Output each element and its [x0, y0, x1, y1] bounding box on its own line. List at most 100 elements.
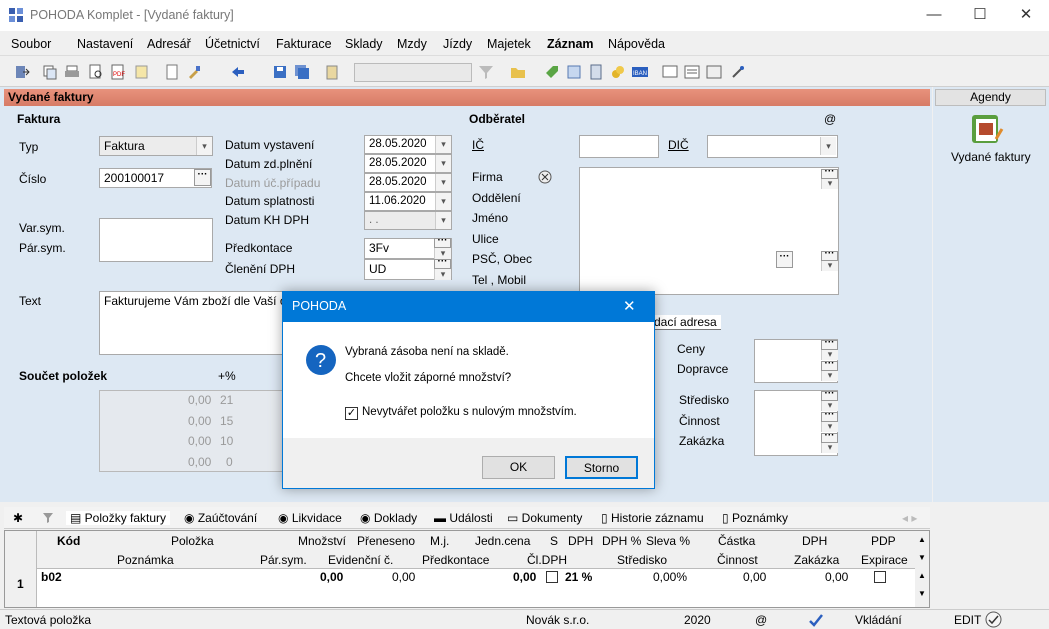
zakazka-dropdown-icon[interactable]: ▾ [821, 443, 838, 453]
cell-s-checkbox[interactable] [546, 571, 558, 583]
col-evidencni[interactable]: Evidenční č. [328, 553, 393, 567]
minimize-button[interactable]: — [911, 0, 957, 31]
col-pdp[interactable]: PDP [871, 534, 896, 548]
firma-dropdown-icon[interactable]: ▾ [821, 179, 838, 189]
menu-zaznam[interactable]: Záznam [547, 37, 594, 51]
psc-dropdown-icon[interactable]: ▾ [821, 261, 838, 271]
col-expirace[interactable]: Expirace [861, 553, 908, 567]
col-cl-dph[interactable]: Čl.DPH [527, 553, 567, 567]
menu-fakturace[interactable]: Fakturace [276, 37, 332, 51]
invoice-agenda-icon[interactable] [970, 113, 1004, 145]
clipboard-icon[interactable] [324, 64, 340, 80]
text-input[interactable]: Fakturujeme Vám zboží dle Vaší ob [99, 291, 299, 355]
typ-dropdown-icon[interactable]: ▾ [196, 137, 212, 155]
print-icon[interactable] [64, 64, 80, 80]
tab-zauctovani[interactable]: ◉ Zaúčtování [184, 511, 257, 525]
maximize-button[interactable]: ☐ [957, 0, 1003, 31]
dodaci-adresa-tab[interactable]: dací adresa [650, 315, 721, 330]
predkontace-ellipsis-button[interactable]: ··· [434, 236, 451, 248]
col-mj[interactable]: M.j. [430, 534, 449, 548]
menu-nastaveni[interactable]: Nastavení [77, 37, 133, 51]
row-number[interactable]: 1 [17, 577, 24, 591]
dialog-close-button[interactable]: ✕ [623, 297, 636, 315]
tab-historie-zaznamu[interactable]: ▯ Historie záznamu [601, 511, 704, 525]
splatnosti-dropdown-icon[interactable]: ▾ [435, 193, 451, 210]
cell-mnozstvi[interactable]: 0,00 [320, 570, 343, 584]
window-icon[interactable] [706, 64, 722, 80]
cell-jedn-cena[interactable]: 0,00 [513, 570, 536, 584]
col-mnozstvi[interactable]: Množství [298, 534, 346, 548]
col-castka[interactable]: Částka [718, 534, 755, 548]
export-icon[interactable] [134, 64, 150, 80]
agendy-item-vydane-faktury[interactable]: Vydané faktury [951, 150, 1031, 164]
exit-icon[interactable] [14, 64, 30, 80]
menu-sklady[interactable]: Sklady [345, 37, 383, 51]
dic-link[interactable]: DIČ [668, 138, 689, 152]
menu-jizdy[interactable]: Jízdy [443, 37, 472, 51]
menu-majetek[interactable]: Majetek [487, 37, 531, 51]
back-arrow-icon[interactable] [230, 64, 246, 80]
cell-kod[interactable]: b02 [41, 570, 62, 584]
save-all-icon[interactable] [294, 64, 310, 80]
cell-sleva[interactable]: 0,00% [653, 570, 687, 584]
tab-poznamky[interactable]: ▯ Poznámky [722, 511, 788, 525]
menu-soubor[interactable]: Soubor [11, 37, 51, 51]
clear-address-icon[interactable] [537, 169, 553, 185]
pdf-icon[interactable]: PDF [110, 64, 126, 80]
cell-dph-percent[interactable]: 21 % [565, 570, 592, 584]
col-zakazka[interactable]: Zakázka [794, 553, 839, 567]
menu-napoveda[interactable]: Nápověda [608, 37, 665, 51]
dopravce-dropdown-icon[interactable]: ▾ [821, 371, 838, 381]
ok-button[interactable]: OK [482, 456, 555, 479]
col-cinnost[interactable]: Činnost [717, 553, 758, 567]
tab-udalosti[interactable]: ▬ Události [434, 511, 493, 525]
close-window-button[interactable]: ✕ [1003, 0, 1049, 31]
col-sleva[interactable]: Sleva % [646, 534, 690, 548]
col-par-sym[interactable]: Pár.sym. [260, 553, 307, 567]
dic-input[interactable] [707, 135, 838, 158]
tab-dokumenty[interactable]: ▭ Dokumenty [507, 511, 582, 525]
col-jedn-cena[interactable]: Jedn.cena [475, 534, 530, 548]
vystaveni-dropdown-icon[interactable]: ▾ [435, 136, 451, 153]
dic-dropdown-icon[interactable]: ▾ [820, 137, 836, 155]
ic-input[interactable] [579, 135, 659, 158]
filter-icon[interactable] [42, 512, 54, 524]
ok-check-circle-icon[interactable] [985, 611, 1002, 628]
tab-scroll-arrows-icon[interactable]: ◂ ▸ [902, 511, 917, 525]
dialog-checkbox-label[interactable]: Nevytvářet položku s nulovým množstvím. [362, 406, 577, 418]
list-icon[interactable] [684, 64, 700, 80]
menu-ucetnictvi[interactable]: Účetnictví [205, 37, 260, 51]
cancel-button[interactable]: Storno [565, 456, 638, 479]
tag-icon[interactable] [544, 64, 560, 80]
folder-icon[interactable] [510, 64, 526, 80]
col-preneseno[interactable]: Přeneseno [357, 534, 415, 548]
menu-adresar[interactable]: Adresář [147, 37, 191, 51]
document-icon[interactable] [164, 64, 180, 80]
filter-icon[interactable] [478, 64, 494, 80]
copy-record-icon[interactable] [42, 64, 58, 80]
dialog-checkbox[interactable]: ✓ [345, 407, 358, 420]
symbols-input[interactable] [99, 218, 213, 262]
col-dph-percent[interactable]: DPH % [602, 534, 641, 548]
form-icon[interactable] [662, 64, 678, 80]
tab-polozky-faktury[interactable]: ▤ Položky faktury [66, 511, 171, 525]
col-stredisko[interactable]: Středisko [617, 553, 667, 567]
cislo-ellipsis-button[interactable]: ··· [194, 169, 211, 186]
ic-link[interactable]: IČ [472, 138, 484, 152]
col-predkontace[interactable]: Předkontace [422, 553, 489, 567]
tab-star-icon[interactable]: ✱ [13, 511, 23, 525]
filter-combo[interactable] [354, 63, 472, 82]
col-dph[interactable]: DPH [568, 534, 593, 548]
cell-castka[interactable]: 0,00 [743, 570, 766, 584]
tab-doklady[interactable]: ◉ Doklady [360, 511, 417, 525]
brush-icon[interactable] [186, 64, 202, 80]
cleneni-ellipsis-button[interactable]: ··· [434, 257, 451, 269]
cell-pdp-checkbox[interactable] [874, 571, 886, 583]
col-s[interactable]: S [550, 534, 558, 548]
iban-icon[interactable]: IBAN [632, 64, 648, 80]
calculator-icon[interactable] [588, 64, 604, 80]
khdph-dropdown-icon[interactable]: ▾ [435, 212, 451, 229]
tools-icon[interactable] [730, 64, 746, 80]
address-box[interactable] [579, 167, 839, 295]
col-dph-amount[interactable]: DPH [802, 534, 827, 548]
